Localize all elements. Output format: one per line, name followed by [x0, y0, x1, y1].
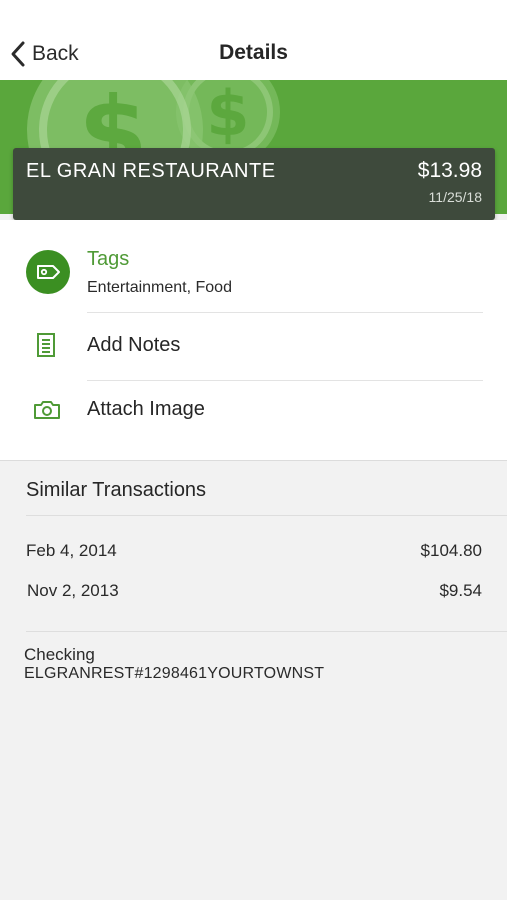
add-notes-row[interactable]: Add Notes [0, 326, 507, 366]
divider [26, 515, 507, 516]
divider [87, 380, 483, 381]
similar-transaction-amount: $104.80 [420, 541, 482, 560]
page-title: Details [219, 41, 288, 64]
divider [87, 312, 483, 313]
camera-icon [33, 399, 61, 426]
similar-transaction-date: Nov 2, 2013 [27, 581, 119, 600]
transaction-date: 11/25/18 [428, 189, 482, 205]
section-divider [0, 460, 507, 461]
transaction-amount: $13.98 [417, 159, 482, 182]
attach-image-row[interactable]: Attach Image [0, 390, 507, 430]
tags-row[interactable]: Tags Entertainment, Food [0, 242, 507, 312]
similar-transaction-row[interactable]: Feb 4, 2014 $104.80 [26, 541, 482, 569]
statement-description: ELGRANREST#1298461YOURTOWNST [24, 665, 325, 682]
transaction-details-panel: Tags Entertainment, Food Add Notes Attac… [0, 220, 507, 460]
similar-transactions-heading: Similar Transactions [26, 479, 207, 501]
svg-text:$: $ [206, 80, 249, 150]
attach-image-label: Attach Image [87, 398, 205, 420]
merchant-name: EL GRAN RESTAURANTE [26, 160, 276, 182]
tags-label: Tags [87, 248, 130, 270]
divider [26, 631, 507, 632]
add-notes-label: Add Notes [87, 334, 181, 356]
navigation-bar: Back Details [0, 0, 507, 80]
tags-value: Entertainment, Food [87, 279, 232, 296]
tag-icon [26, 250, 70, 294]
similar-transaction-amount: $9.54 [439, 581, 482, 600]
transaction-summary-card: EL GRAN RESTAURANTE $13.98 11/25/18 [13, 148, 495, 220]
similar-transaction-row[interactable]: Nov 2, 2013 $9.54 [26, 581, 482, 609]
notes-icon [33, 332, 59, 365]
account-type: Checking [24, 645, 95, 664]
similar-transaction-date: Feb 4, 2014 [26, 541, 117, 560]
